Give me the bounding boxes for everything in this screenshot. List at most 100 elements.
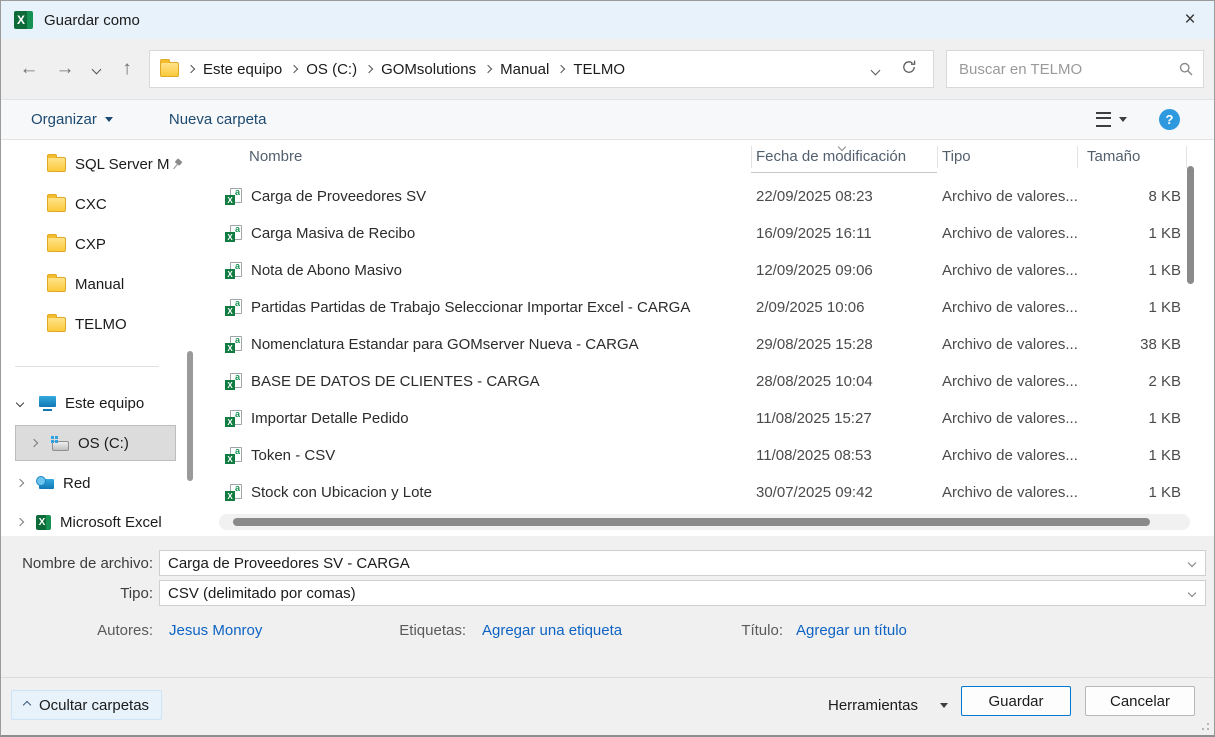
refresh-button[interactable] — [901, 59, 917, 79]
sidebar-item-sql-server[interactable]: SQL Server M — [47, 151, 183, 177]
sidebar-item-cxp[interactable]: CXP — [47, 231, 106, 257]
main-area: SQL Server M CXC CXP Manual TELMO — [1, 140, 1214, 536]
recent-locations-button[interactable] — [83, 66, 109, 73]
file-type: Archivo de valores... — [942, 252, 1078, 289]
close-button[interactable]: × — [1166, 1, 1214, 39]
column-divider[interactable] — [1186, 146, 1187, 168]
sidebar-scrollbar-thumb[interactable] — [187, 351, 193, 481]
csv-file-icon — [225, 410, 242, 427]
organize-label: Organizar — [31, 111, 97, 128]
file-row[interactable]: Partidas Partidas de Trabajo Seleccionar… — [211, 289, 1184, 326]
chevron-down-icon — [1188, 589, 1196, 597]
search-input[interactable] — [957, 60, 1179, 79]
column-divider[interactable] — [751, 146, 752, 168]
filetype-dropdown-button[interactable] — [1179, 590, 1205, 596]
sidebar-item-os-c[interactable]: OS (C:) — [31, 430, 129, 456]
sidebar-divider — [15, 366, 159, 367]
file-row[interactable]: BASE DE DATOS DE CLIENTES - CARGA 28/08/… — [211, 363, 1184, 400]
hide-folders-button[interactable]: Ocultar carpetas — [11, 690, 162, 720]
filename-combo — [159, 550, 1206, 576]
chevron-down-icon — [16, 399, 24, 407]
sidebar-item-label: Microsoft Excel — [60, 514, 162, 531]
file-row[interactable]: Importar Detalle Pedido 11/08/2025 15:27… — [211, 400, 1184, 437]
sidebar-item-label: Red — [63, 475, 91, 492]
new-folder-label: Nueva carpeta — [169, 111, 267, 128]
breadcrumb-item-telmo[interactable]: TELMO — [573, 61, 625, 78]
back-button[interactable]: ← — [11, 58, 47, 80]
file-list-header: Nombre Fecha de modificación Tipo Tamaño — [211, 140, 1214, 173]
file-row[interactable]: Carga de Proveedores SV 22/09/2025 08:23… — [211, 178, 1184, 215]
file-row[interactable]: Stock con Ubicacion y Lote 30/07/2025 09… — [211, 474, 1184, 511]
csv-file-icon — [225, 484, 242, 501]
cancel-button[interactable]: Cancelar — [1085, 686, 1195, 716]
tools-button[interactable]: Herramientas — [828, 690, 948, 720]
sidebar-item-manual[interactable]: Manual — [47, 271, 124, 297]
sidebar-item-telmo[interactable]: TELMO — [47, 311, 127, 337]
forward-button[interactable]: → — [47, 58, 83, 80]
file-type: Archivo de valores... — [942, 326, 1078, 363]
file-row[interactable]: Nomenclatura Estandar para GOMserver Nue… — [211, 326, 1184, 363]
authors-link[interactable]: Jesus Monroy — [169, 622, 262, 639]
file-name: Partidas Partidas de Trabajo Seleccionar… — [251, 299, 690, 316]
sidebar-item-cxc[interactable]: CXC — [47, 191, 107, 217]
file-date: 22/09/2025 08:23 — [756, 178, 873, 215]
column-header-size[interactable]: Tamaño — [1087, 140, 1140, 173]
horizontal-scrollbar[interactable] — [219, 514, 1190, 530]
change-view-button[interactable] — [1096, 112, 1127, 127]
breadcrumb-item-os-c[interactable]: OS (C:) — [306, 61, 357, 78]
column-divider[interactable] — [937, 146, 938, 168]
filetype-select[interactable]: CSV (delimitado por comas) — [159, 580, 1206, 606]
authors-label: Autores: — [1, 622, 153, 639]
file-row[interactable]: Token - CSV 11/08/2025 08:53 Archivo de … — [211, 437, 1184, 474]
address-dropdown-button[interactable] — [872, 61, 879, 78]
resize-grip[interactable] — [1201, 722, 1210, 731]
save-form: Nombre de archivo: Tipo: CSV (delimitado… — [1, 536, 1214, 677]
sorted-column-underline — [751, 172, 937, 173]
horizontal-scrollbar-thumb[interactable] — [233, 518, 1150, 526]
column-divider[interactable] — [1077, 146, 1078, 168]
sidebar-item-label: CXC — [75, 196, 107, 213]
sidebar-item-microsoft-excel[interactable]: Microsoft Excel — [17, 509, 162, 535]
cancel-label: Cancelar — [1110, 693, 1170, 710]
filename-input[interactable] — [160, 555, 1179, 572]
csv-file-icon — [225, 262, 242, 279]
breadcrumb-item-gomsolutions[interactable]: GOMsolutions — [381, 61, 476, 78]
new-folder-button[interactable]: Nueva carpeta — [169, 111, 267, 128]
filename-dropdown-button[interactable] — [1179, 560, 1205, 566]
breadcrumb-item-manual[interactable]: Manual — [500, 61, 549, 78]
breadcrumb-separator-icon — [557, 65, 565, 73]
file-row[interactable]: Nota de Abono Masivo 12/09/2025 09:06 Ar… — [211, 252, 1184, 289]
triangle-down-icon — [105, 117, 113, 122]
column-header-date[interactable]: Fecha de modificación — [756, 140, 906, 173]
folder-icon — [47, 157, 66, 172]
save-button[interactable]: Guardar — [961, 686, 1071, 716]
triangle-down-icon — [1119, 117, 1127, 122]
command-toolbar: Organizar Nueva carpeta ? — [1, 99, 1214, 140]
file-date: 12/09/2025 09:06 — [756, 252, 873, 289]
file-name: Nota de Abono Masivo — [251, 262, 402, 279]
folder-icon — [47, 197, 66, 212]
folder-icon — [47, 277, 66, 292]
up-button[interactable]: ↑ — [109, 58, 145, 80]
chevron-right-icon — [16, 479, 24, 487]
help-button[interactable]: ? — [1159, 109, 1180, 130]
column-header-name[interactable]: Nombre — [249, 140, 302, 173]
file-date: 29/08/2025 15:28 — [756, 326, 873, 363]
sidebar-item-este-equipo[interactable]: Este equipo — [17, 390, 144, 416]
add-title-link[interactable]: Agregar un título — [796, 622, 907, 639]
sidebar-item-red[interactable]: Red — [17, 470, 91, 496]
vertical-scrollbar-thumb[interactable] — [1187, 166, 1194, 284]
add-tag-link[interactable]: Agregar una etiqueta — [482, 622, 622, 639]
column-header-type[interactable]: Tipo — [942, 140, 971, 173]
triangle-down-icon — [940, 703, 948, 708]
chevron-up-icon — [23, 701, 31, 709]
column-header-label: Fecha de modificación — [756, 148, 906, 165]
organize-button[interactable]: Organizar — [31, 111, 113, 128]
folder-icon — [47, 237, 66, 252]
file-row[interactable]: Carga Masiva de Recibo 16/09/2025 16:11 … — [211, 215, 1184, 252]
column-header-label: Nombre — [249, 148, 302, 165]
breadcrumb-item-este-equipo[interactable]: Este equipo — [203, 61, 282, 78]
chevron-down-icon — [871, 65, 881, 75]
breadcrumb-separator-icon — [484, 65, 492, 73]
sidebar-item-label: Manual — [75, 276, 124, 293]
